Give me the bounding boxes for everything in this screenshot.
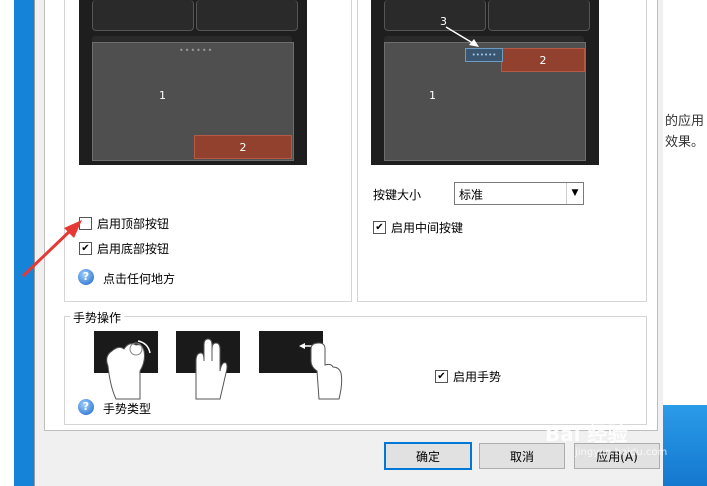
gesture-rotate-image [94, 331, 158, 400]
button-size-select[interactable]: 标准 ▼ [454, 182, 584, 205]
zone-1-label: 1 [429, 89, 436, 102]
zone-2-label: 2 [239, 140, 247, 154]
touchpad-surface: •••••• 1 2 [92, 42, 294, 161]
ok-button[interactable]: 确定 [384, 442, 472, 470]
left-touchpad-diagram: •••••• 1 2 [79, 0, 307, 165]
gesture-types-link[interactable]: 手势类型 [103, 400, 151, 417]
enable-middle-button-checkbox[interactable]: ✔ [373, 221, 386, 234]
top-right-zone: 2 [501, 48, 585, 72]
button-size-value: 标准 [459, 188, 484, 202]
baidu-logo-watermark: Bai 经验 [545, 422, 628, 446]
top-right-button-area [196, 0, 298, 31]
rotate-hand-icon [106, 340, 151, 400]
zone-1-label: 1 [159, 89, 166, 102]
middle-button-zone: •••••• [465, 48, 503, 62]
enable-middle-button-label: 启用中间按键 [391, 221, 464, 235]
background-window-left [0, 0, 14, 486]
enable-bottom-buttons-label: 启用底部按钮 [97, 242, 170, 256]
background-text-1: 的应用 [665, 114, 705, 129]
touchpad-surface: 1 2 •••••• [384, 42, 586, 161]
enable-gestures-checkbox[interactable]: ✔ [435, 370, 448, 383]
zone-2-label: 2 [539, 53, 547, 67]
top-left-button-area [92, 0, 194, 31]
touchpad-grip-dots: •••••• [179, 46, 214, 55]
top-right-button-area [488, 0, 590, 31]
desktop-area [662, 405, 707, 486]
button-size-label: 按键大小 [373, 188, 422, 202]
annotation-arrow-icon [21, 220, 82, 278]
bottom-right-zone: 2 [194, 135, 292, 159]
swipe-hand-icon [299, 342, 343, 400]
click-anywhere-link[interactable]: 点击任何地方 [103, 270, 175, 287]
watermark-url: jingyan.baidu.com [575, 447, 668, 458]
three-finger-hand-icon [195, 338, 228, 400]
help-icon[interactable]: ? [78, 399, 94, 415]
gesture-swipe-image [259, 331, 343, 400]
zone-3-pointer-arrow [445, 26, 479, 47]
enable-gestures-label: 启用手势 [453, 370, 502, 384]
gestures-group-title: 手势操作 [70, 309, 125, 326]
right-touchpad-diagram: 1 2 •••••• 3 [371, 0, 599, 165]
gesture-three-finger-image [176, 331, 240, 400]
enable-top-buttons-label: 启用顶部按钮 [97, 217, 170, 231]
background-text-2: 效果。 [665, 135, 705, 150]
chevron-down-icon: ▼ [566, 183, 583, 204]
